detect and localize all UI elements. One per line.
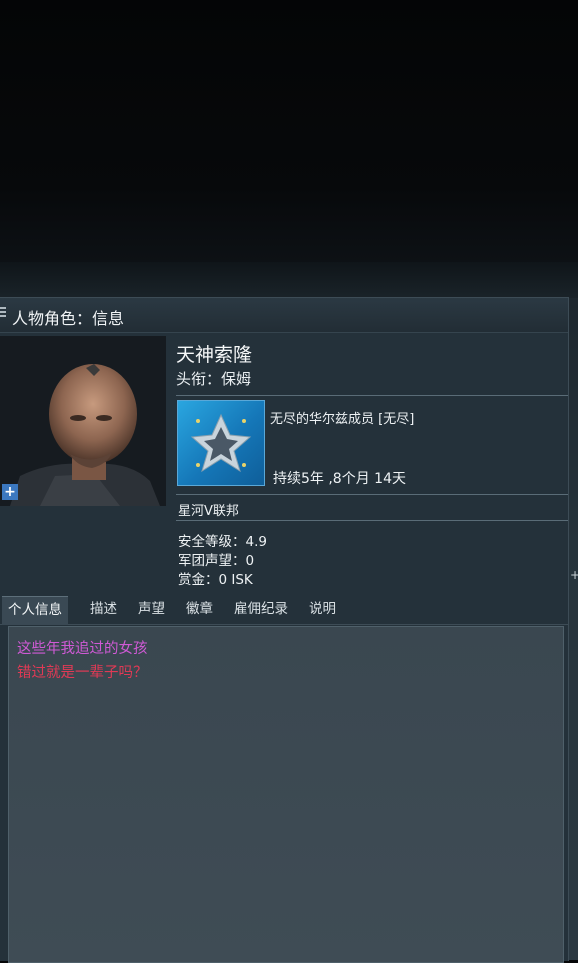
tab-description[interactable]: 描述 [84,596,123,624]
character-name: 天神索隆 [176,344,253,366]
tab-employment-history[interactable]: 雇佣纪录 [228,596,294,624]
portrait-image [0,336,166,506]
room-background [0,0,578,270]
corporation-logo[interactable] [177,400,265,486]
tab-decorations[interactable]: 徽章 [180,596,219,624]
character-info-window: 人物角色：信息 + 天神索隆 头衔：保姆 无尽的华尔兹成员 [无尽] 持续5年 … [0,297,569,963]
window-titlebar[interactable]: 人物角色：信息 [0,298,568,333]
corporation-duration: 持续5年 ,8个月 14天 [273,471,406,487]
character-title: 头衔：保姆 [176,370,252,388]
bio-text-area[interactable]: 这些年我追过的女孩 错过就是一辈子吗？ [8,626,564,963]
menu-icon[interactable] [0,307,6,321]
screen-top-bar [0,262,578,298]
info-tabs: 个人信息 描述 声望 徽章 雇佣纪录 说明 [0,596,568,625]
plus-icon: + [4,484,16,500]
tab-notes[interactable]: 说明 [303,596,342,624]
add-portrait-button[interactable]: + [2,484,18,500]
tab-standings[interactable]: 声望 [132,596,171,624]
tab-personal-info[interactable]: 个人信息 [2,596,68,625]
bio-line: 错过就是一辈子吗？ [17,665,148,681]
character-portrait[interactable] [0,336,166,506]
bio-line: 这些年我追过的女孩 [17,641,148,657]
security-status: 安全等级：4.9 [178,534,267,550]
divider [176,520,568,521]
corporation-name[interactable]: 无尽的华尔兹成员 [无尽] [270,408,414,427]
expand-handle[interactable]: + [570,568,578,582]
star-emblem-icon [190,413,252,473]
window-title: 人物角色：信息 [12,309,125,328]
bounty: 赏金：0 ISK [178,572,253,588]
alliance-name[interactable]: 星河V联邦 [178,500,239,519]
faction-standing: 军团声望：0 [178,553,255,569]
divider [176,494,568,495]
divider [176,395,568,396]
